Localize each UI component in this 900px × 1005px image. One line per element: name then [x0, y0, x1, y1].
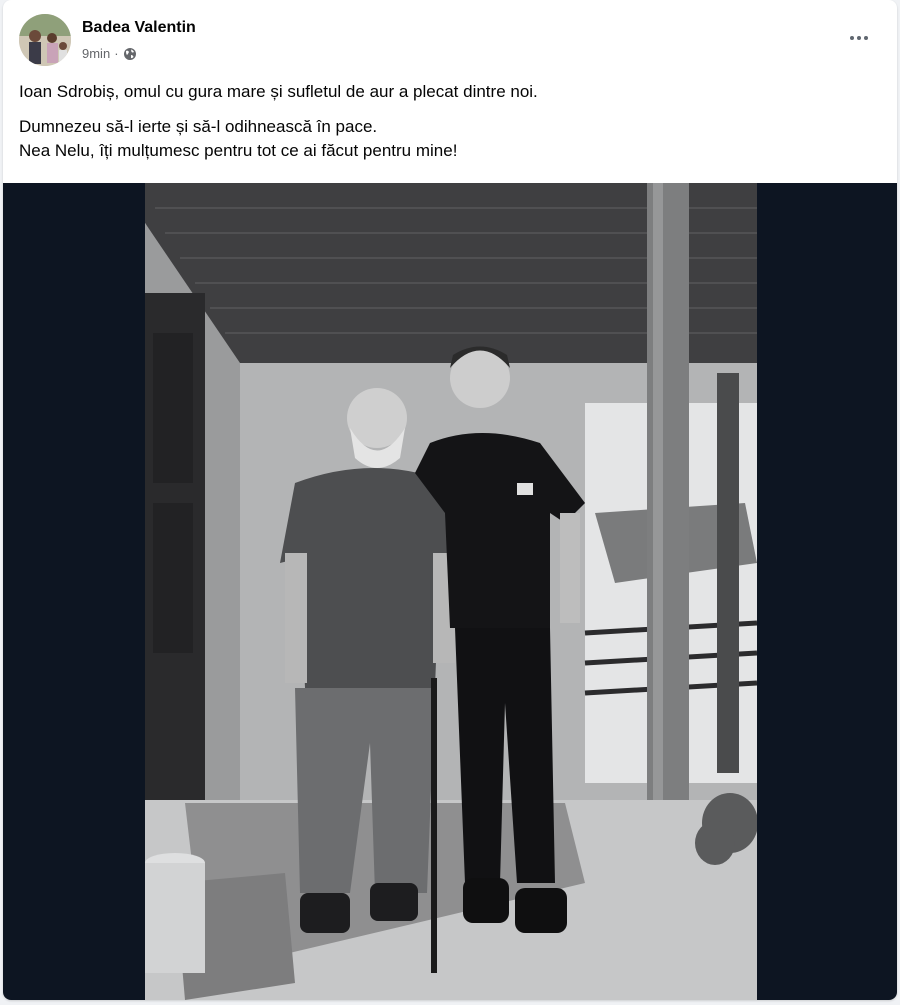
post-photo-container[interactable]: [3, 183, 897, 1000]
post-text-line-1: Ioan Sdrobiș, omul cu gura mare și sufle…: [19, 82, 538, 101]
post-text: Ioan Sdrobiș, omul cu gura mare și sufle…: [19, 80, 879, 163]
more-options-icon[interactable]: [845, 28, 873, 48]
post-text-line-2: Dumnezeu să-l ierte și să-l odihnească î…: [19, 117, 378, 136]
post-time[interactable]: 9min: [82, 46, 110, 61]
post-text-line-3: Nea Nelu, îți mulțumesc pentru tot ce ai…: [19, 141, 458, 160]
post-meta: 9min ·: [82, 46, 137, 61]
facebook-post: Badea Valentin 9min · Ioan Sdrobiș, omul…: [3, 0, 897, 1000]
avatar-image: [19, 14, 71, 66]
meta-separator: ·: [114, 46, 119, 61]
post-header: Badea Valentin 9min ·: [3, 0, 897, 72]
photo-illustration: [145, 183, 757, 1000]
author-name[interactable]: Badea Valentin: [82, 19, 196, 37]
post-photo[interactable]: [145, 183, 757, 1000]
author-avatar[interactable]: [19, 14, 71, 66]
globe-icon[interactable]: [123, 47, 137, 61]
